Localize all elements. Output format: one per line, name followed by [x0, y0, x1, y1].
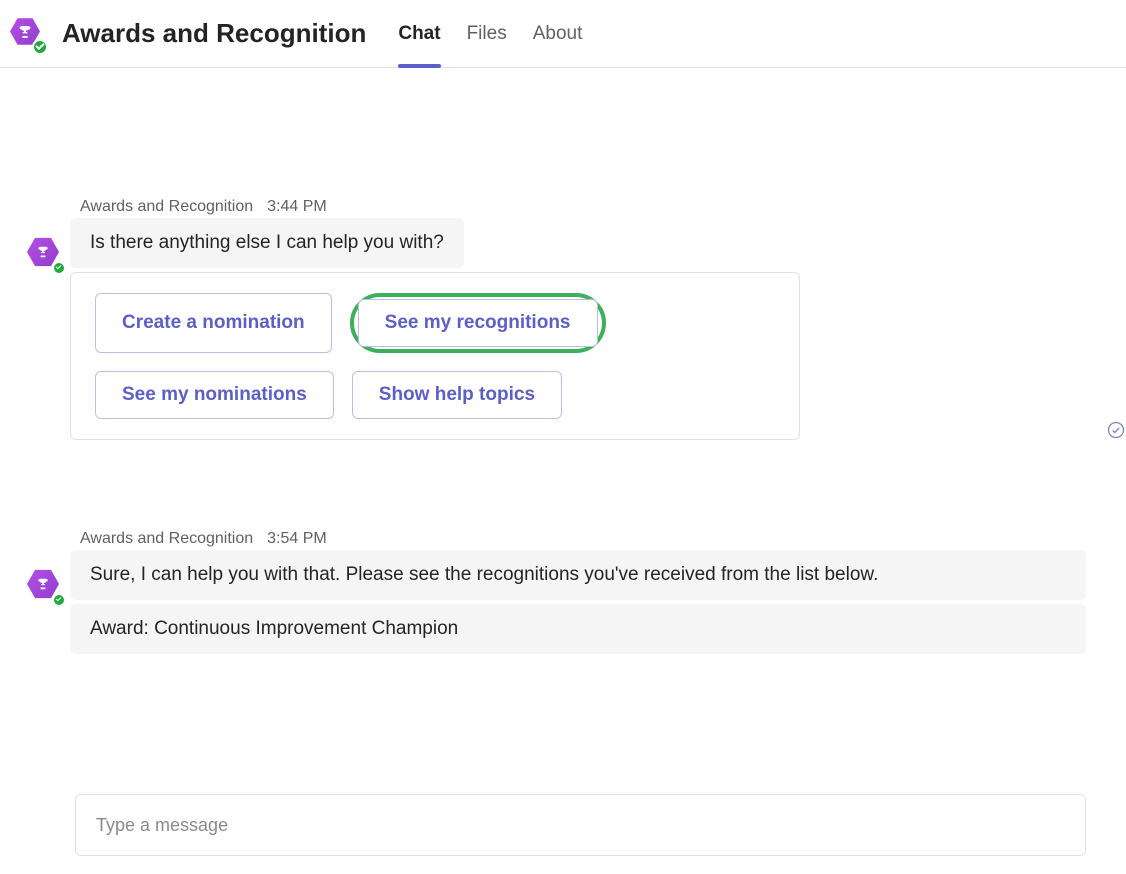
message-bubble: Sure, I can help you with that. Please s…	[70, 550, 1086, 600]
presence-available-icon	[52, 593, 66, 607]
message-block: Awards and Recognition 3:44 PM Is there …	[20, 198, 1086, 440]
bot-avatar	[27, 568, 63, 604]
message-avatar-column	[20, 198, 70, 440]
see-my-nominations-button[interactable]: See my nominations	[95, 371, 334, 419]
header-bar: Awards and Recognition Chat Files About	[0, 0, 1126, 68]
message-sender: Awards and Recognition	[80, 530, 253, 548]
message-input[interactable]	[96, 815, 1065, 836]
message-time: 3:54 PM	[267, 530, 327, 548]
message-content: Awards and Recognition 3:44 PM Is there …	[70, 198, 1086, 440]
chat-scroll-area: Awards and Recognition 3:44 PM Is there …	[0, 68, 1126, 654]
presence-available-icon	[52, 261, 66, 275]
app-avatar	[10, 17, 44, 51]
message-sender: Awards and Recognition	[80, 198, 253, 216]
compose-box[interactable]	[75, 794, 1086, 856]
award-line: Award: Continuous Improvement Champion	[70, 604, 1086, 654]
show-help-topics-button[interactable]: Show help topics	[352, 371, 562, 419]
tab-files[interactable]: Files	[467, 0, 507, 67]
read-receipt-icon	[1106, 420, 1126, 440]
tab-list: Chat Files About	[398, 0, 582, 67]
message-time: 3:44 PM	[267, 198, 327, 216]
page-title: Awards and Recognition	[62, 18, 366, 49]
tab-chat[interactable]: Chat	[398, 0, 440, 67]
message-meta: Awards and Recognition 3:54 PM	[70, 530, 1086, 548]
message-meta: Awards and Recognition 3:44 PM	[70, 198, 1086, 216]
create-nomination-button[interactable]: Create a nomination	[95, 293, 332, 353]
tab-about[interactable]: About	[533, 0, 583, 67]
message-content: Awards and Recognition 3:54 PM Sure, I c…	[70, 530, 1086, 654]
bot-avatar	[27, 236, 63, 272]
see-my-recognitions-button[interactable]: See my recognitions	[358, 299, 598, 347]
actions-card: Create a nomination See my recognitions …	[70, 272, 800, 440]
message-block: Awards and Recognition 3:54 PM Sure, I c…	[20, 530, 1086, 654]
highlight-annotation: See my recognitions	[350, 293, 606, 353]
message-avatar-column	[20, 530, 70, 654]
presence-available-icon	[32, 39, 48, 55]
message-bubble: Is there anything else I can help you wi…	[70, 218, 464, 268]
